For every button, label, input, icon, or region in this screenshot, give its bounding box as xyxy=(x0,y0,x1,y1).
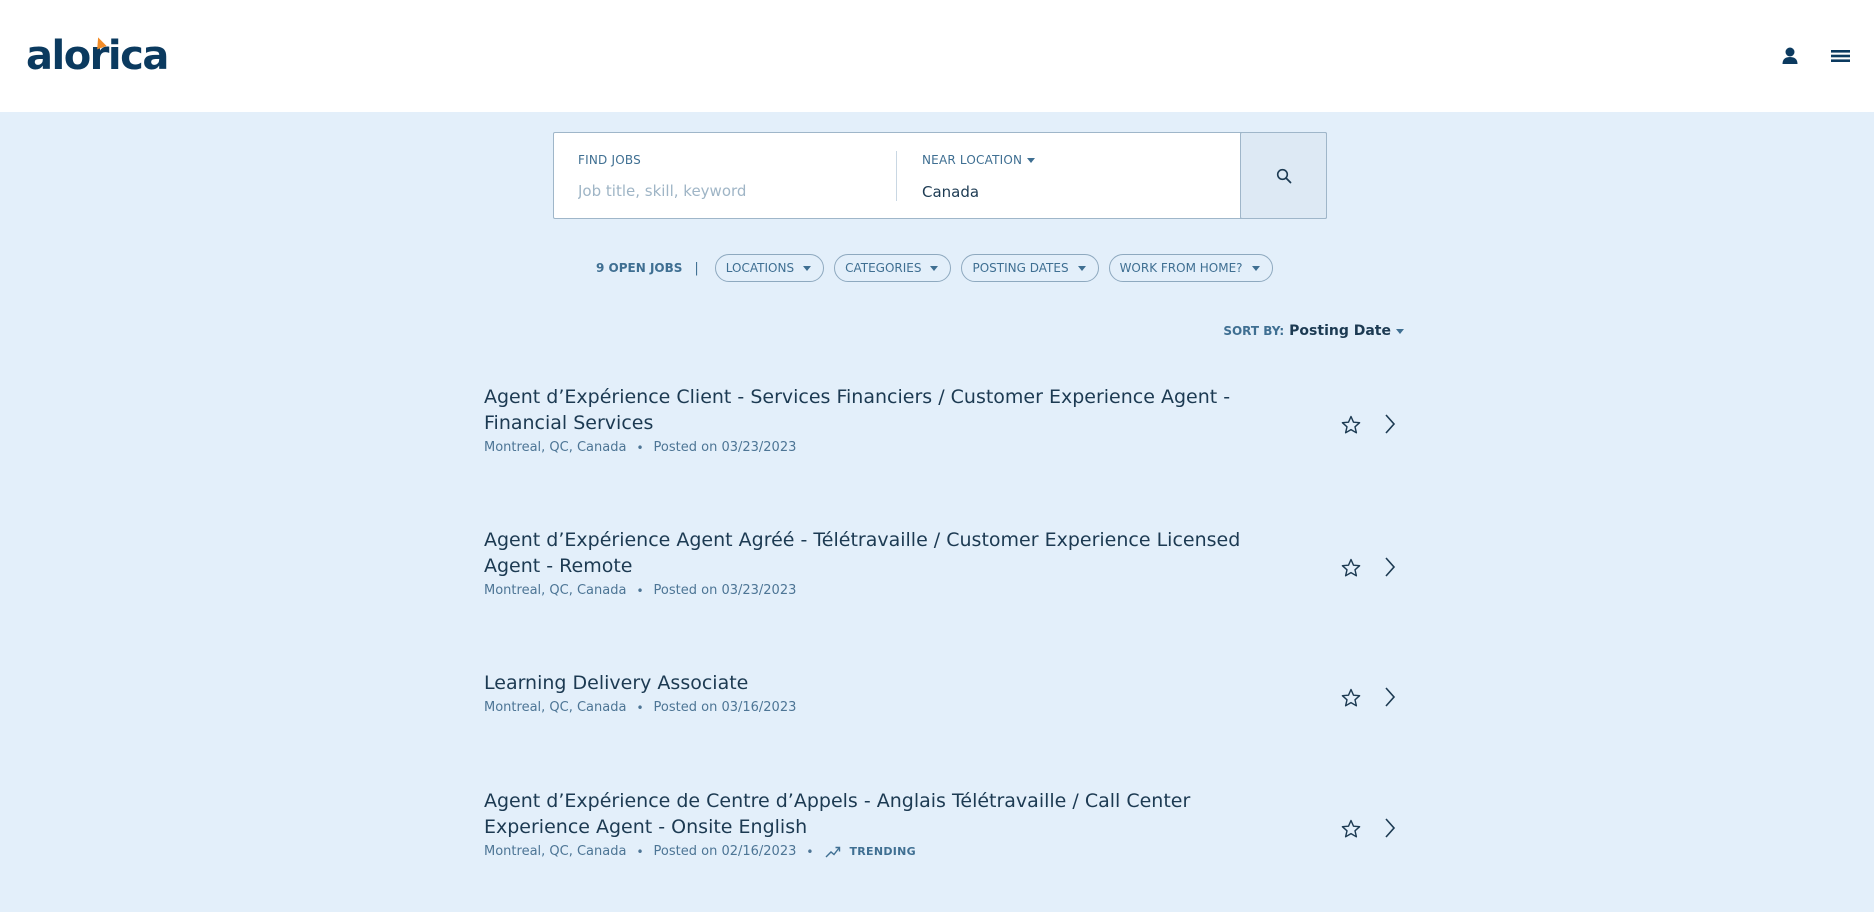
filter-label: WORK FROM HOME? xyxy=(1119,261,1243,275)
chevron-right-icon[interactable] xyxy=(1382,412,1398,436)
filter-posting-dates[interactable]: POSTING DATES xyxy=(961,254,1099,282)
trending-up-icon xyxy=(825,846,841,857)
filter-categories[interactable]: CATEGORIES xyxy=(834,254,952,282)
job-title-link[interactable]: Agent d’Expérience Agent Agréé - Télétra… xyxy=(484,527,1264,579)
job-posted-date: Posted on 03/16/2023 xyxy=(653,700,797,715)
job-location: Montreal, QC, Canada xyxy=(484,844,627,859)
near-location-dropdown[interactable]: NEAR LOCATION xyxy=(922,153,1036,167)
search-button[interactable] xyxy=(1240,132,1327,219)
filter-label: LOCATIONS xyxy=(725,261,795,275)
filter-separator: | xyxy=(694,260,699,276)
job-meta: Montreal, QC, Canada • Posted on 03/23/2… xyxy=(484,583,1404,598)
job-title-link[interactable]: Learning Delivery Associate xyxy=(484,670,1264,696)
sort-label: SORT BY: xyxy=(1223,324,1285,338)
filter-work-from-home[interactable]: WORK FROM HOME? xyxy=(1108,254,1273,282)
job-list-item: Agent d’Expérience Client - Services Fin… xyxy=(484,384,1404,455)
filter-label: POSTING DATES xyxy=(972,261,1069,275)
star-icon[interactable] xyxy=(1340,687,1362,709)
job-posted-date: Posted on 03/23/2023 xyxy=(653,440,797,455)
hamburger-menu-icon[interactable] xyxy=(1826,42,1854,70)
job-title-link[interactable]: Agent d’Expérience Client - Services Fin… xyxy=(484,384,1264,436)
caret-down-icon xyxy=(1251,265,1260,271)
meta-bullet: • xyxy=(636,844,644,859)
meta-bullet: • xyxy=(636,440,644,455)
chevron-right-icon[interactable] xyxy=(1382,816,1398,840)
meta-bullet: • xyxy=(806,844,814,859)
job-location: Montreal, QC, Canada xyxy=(484,583,627,598)
search-icon xyxy=(1276,168,1292,184)
near-location-value[interactable]: Canada xyxy=(922,183,979,201)
site-header: alorica xyxy=(0,0,1874,112)
job-posted-date: Posted on 03/23/2023 xyxy=(653,583,797,598)
caret-down-icon xyxy=(1396,328,1404,334)
star-icon[interactable] xyxy=(1340,818,1362,840)
job-meta: Montreal, QC, Canada • Posted on 03/23/2… xyxy=(484,440,1404,455)
job-list-item: Learning Delivery Associate Montreal, QC… xyxy=(484,670,1404,715)
job-location: Montreal, QC, Canada xyxy=(484,700,627,715)
trending-badge: TRENDING xyxy=(849,845,917,858)
field-divider xyxy=(896,151,897,201)
user-icon[interactable] xyxy=(1776,42,1804,70)
caret-down-icon xyxy=(1027,158,1036,163)
star-icon[interactable] xyxy=(1340,557,1362,579)
job-list-item: Agent d’Expérience Agent Agréé - Télétra… xyxy=(484,527,1404,598)
filter-label: CATEGORIES xyxy=(845,261,922,275)
chevron-right-icon[interactable] xyxy=(1382,555,1398,579)
caret-down-icon xyxy=(1077,265,1086,271)
job-list-item: Agent d’Expérience de Centre d’Appels - … xyxy=(484,788,1404,859)
star-icon[interactable] xyxy=(1340,414,1362,436)
sort-control: SORT BY: Posting Date xyxy=(1223,323,1404,339)
job-meta: Montreal, QC, Canada • Posted on 02/16/2… xyxy=(484,844,1404,859)
filter-locations[interactable]: LOCATIONS xyxy=(714,254,825,282)
alorica-logo[interactable]: alorica xyxy=(26,32,169,80)
find-jobs-input[interactable] xyxy=(578,179,878,203)
meta-bullet: • xyxy=(636,583,644,598)
caret-down-icon xyxy=(930,265,939,271)
caret-down-icon xyxy=(803,265,812,271)
job-location: Montreal, QC, Canada xyxy=(484,440,627,455)
job-meta: Montreal, QC, Canada • Posted on 03/16/2… xyxy=(484,700,1404,715)
find-jobs-label: FIND JOBS xyxy=(578,153,641,167)
job-title-link[interactable]: Agent d’Expérience de Centre d’Appels - … xyxy=(484,788,1264,840)
job-posted-date: Posted on 02/16/2023 xyxy=(653,844,797,859)
meta-bullet: • xyxy=(636,700,644,715)
open-jobs-count: 9 OPEN JOBS xyxy=(596,261,683,275)
sort-dropdown[interactable]: Posting Date xyxy=(1289,323,1391,339)
near-location-label: NEAR LOCATION xyxy=(922,153,1023,167)
chevron-right-icon[interactable] xyxy=(1382,685,1398,709)
filter-bar: 9 OPEN JOBS | LOCATIONS CATEGORIES POSTI… xyxy=(596,254,1283,282)
job-search-form: FIND JOBS NEAR LOCATION Canada xyxy=(553,132,1327,219)
